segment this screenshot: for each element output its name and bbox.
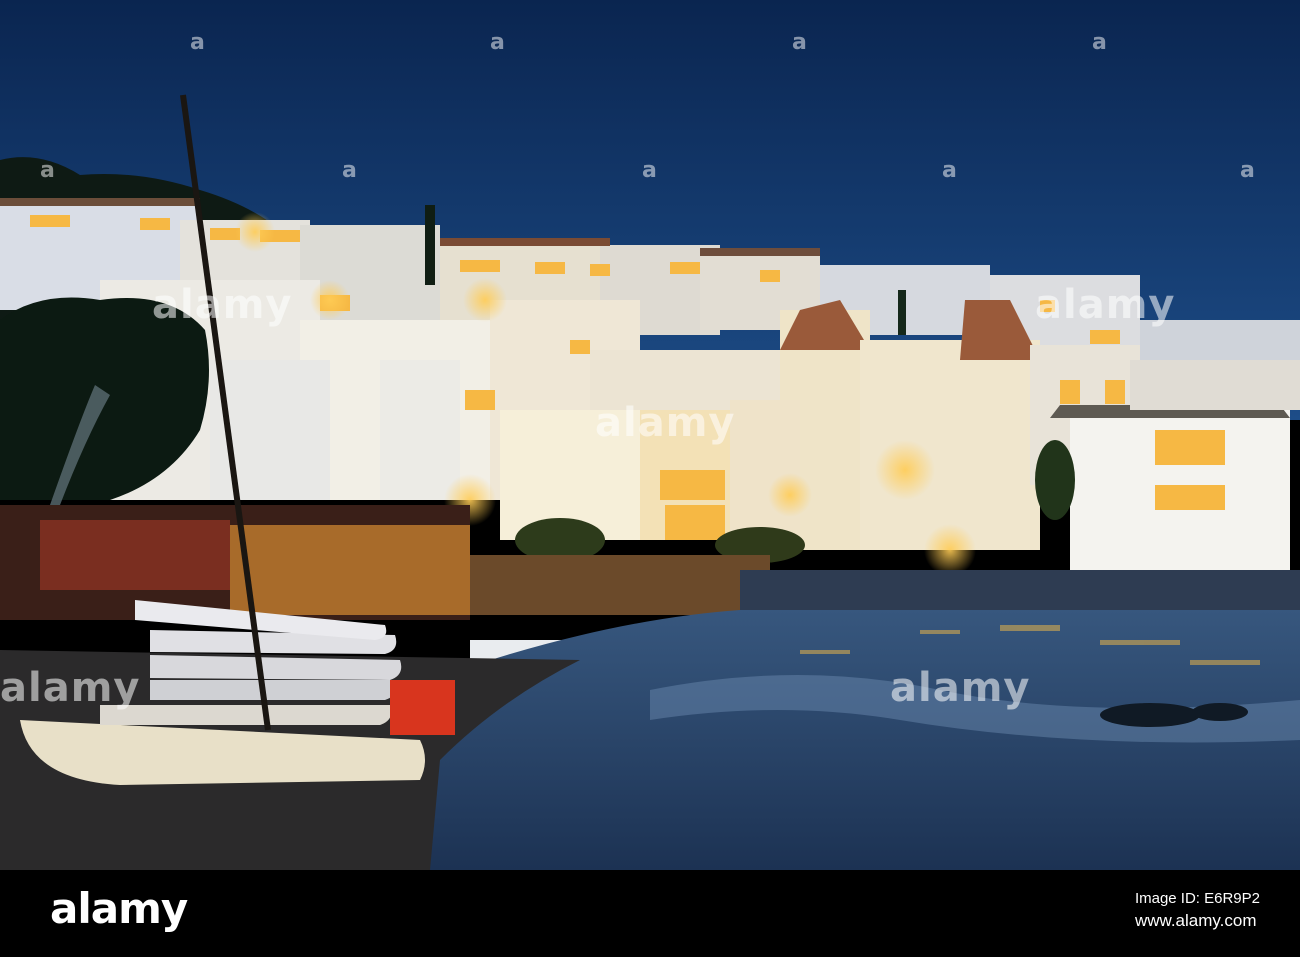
red-kayaks: [390, 680, 455, 735]
image-info: Image ID: E6R9P2 www.alamy.com: [1135, 888, 1260, 932]
promenade: [740, 570, 1300, 610]
image-id: Image ID: E6R9P2: [1134, 890, 1260, 907]
red-hut: [40, 520, 230, 590]
night-harbor-illustration: [0, 0, 1300, 870]
photo-scene: [0, 0, 1300, 870]
terrace-lights: [230, 525, 470, 615]
rocks: [1100, 703, 1200, 727]
site-url[interactable]: www.alamy.com: [1135, 910, 1260, 932]
footer-bar: alamy Image ID: E6R9P2 www.alamy.com: [0, 870, 1300, 957]
alamy-logo[interactable]: alamy: [50, 884, 188, 933]
terrace-crowd: [470, 555, 770, 615]
